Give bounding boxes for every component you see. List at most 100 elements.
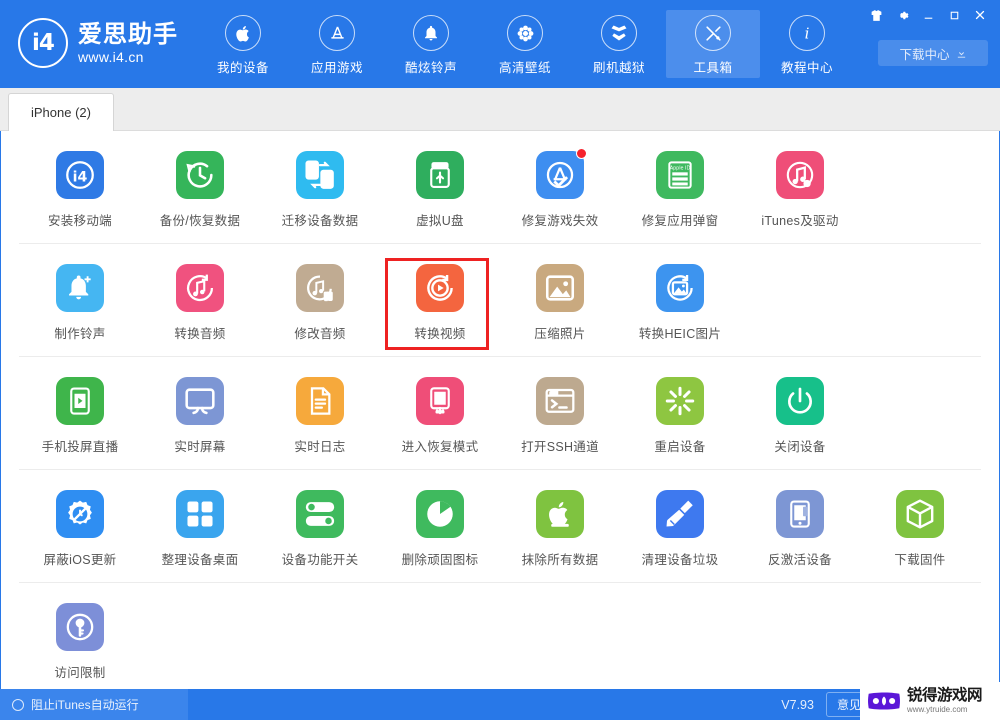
tool-item[interactable]: 设备功能开关 [260, 470, 380, 582]
tool-item[interactable]: 备份/恢复数据 [140, 131, 260, 243]
nav-item-my-device[interactable]: 我的设备 [196, 10, 290, 78]
block-itunes-label: 阻止iTunes自动运行 [31, 698, 139, 712]
tool-item-label: 转换视频 [414, 327, 466, 341]
block-itunes-toggle[interactable]: 阻止iTunes自动运行 [0, 689, 188, 720]
tool-item[interactable]: 清理设备垃圾 [620, 470, 740, 582]
tool-icon-wrap [656, 264, 704, 312]
tool-item[interactable]: 手机投屏直播 [20, 357, 140, 469]
nav-item-jailbreak[interactable]: 刷机越狱 [572, 10, 666, 78]
tool-item-label: 关闭设备 [774, 440, 826, 454]
tool-item-label: 屏蔽iOS更新 [43, 553, 117, 567]
app-header: i4 爱思助手 www.i4.cn 我的设备 应用游戏 酷炫铃声 高清壁纸 刷机… [0, 0, 1000, 88]
tool-item[interactable]: Apple ID 修复应用弹窗 [620, 131, 740, 243]
firmware-box-icon [896, 490, 944, 538]
tool-item[interactable]: 转换视频 [380, 244, 500, 356]
svg-text:Apple ID: Apple ID [670, 166, 691, 172]
usb-drive-icon [416, 151, 464, 199]
tool-item[interactable]: 删除顽固图标 [380, 470, 500, 582]
tool-icon-wrap [896, 490, 944, 538]
nav-item-toolbox[interactable]: 工具箱 [666, 10, 760, 78]
toolbox-row: 手机投屏直播 实时屏幕 实时日志 进入恢复模式 SSH 打开SSH通道 重启设备 关闭设备 [1, 357, 999, 469]
skin-icon[interactable] [864, 5, 888, 25]
tool-item[interactable]: 进入恢复模式 [380, 357, 500, 469]
tool-icon-wrap [416, 490, 464, 538]
nav-label: 应用游戏 [310, 61, 363, 75]
tool-icon-wrap [56, 603, 104, 651]
minimize-icon[interactable] [916, 5, 940, 25]
pie-delete-icon [416, 490, 464, 538]
main-nav: 我的设备 应用游戏 酷炫铃声 高清壁纸 刷机越狱 工具箱 i 教程中心 [196, 10, 854, 78]
tool-item[interactable]: 关闭设备 [740, 357, 860, 469]
tool-icon-wrap [416, 151, 464, 199]
nav-item-tutorials[interactable]: i 教程中心 [760, 10, 854, 78]
toolbox-row: 访问限制 [1, 583, 999, 683]
tools-icon [695, 15, 731, 51]
tool-item[interactable]: 反激活设备 [740, 470, 860, 582]
tool-icon-wrap: i4 [56, 151, 104, 199]
tool-item[interactable]: 实时屏幕 [140, 357, 260, 469]
tool-item[interactable]: 制作铃声 [20, 244, 140, 356]
toggle-circle-icon [12, 698, 24, 711]
watermark-title: 锐得游戏网 [907, 687, 983, 705]
tool-item-label: 重启设备 [654, 440, 706, 454]
tool-item-label: 制作铃声 [54, 327, 106, 341]
tool-item-label: 修改音频 [294, 327, 346, 341]
tool-item[interactable]: 访问限制 [20, 583, 140, 683]
monitor-icon [176, 377, 224, 425]
i4-app-icon: i4 [56, 151, 104, 199]
tool-item[interactable]: 压缩照片 [500, 244, 620, 356]
tool-item[interactable]: SSH 打开SSH通道 [500, 357, 620, 469]
tool-icon-wrap [776, 377, 824, 425]
tool-item[interactable]: 屏蔽iOS更新 [20, 470, 140, 582]
tool-item[interactable]: iTunes及驱动 [740, 131, 860, 243]
nav-label: 酷炫铃声 [404, 61, 457, 75]
box-open-icon [601, 15, 637, 51]
maximize-icon[interactable] [942, 5, 966, 25]
device-tab-bar: iPhone (2) [0, 88, 1000, 131]
tool-item[interactable]: i4 安装移动端 [20, 131, 140, 243]
svg-text:i: i [805, 24, 810, 42]
tool-item-label: iTunes及驱动 [761, 214, 839, 228]
tool-item-label: 虚拟U盘 [416, 214, 464, 228]
itunes-icon [776, 151, 824, 199]
tool-item[interactable]: 修复游戏失效 [500, 131, 620, 243]
tool-item[interactable]: 自修改音频 [260, 244, 380, 356]
tool-icon-wrap [536, 490, 584, 538]
svg-text:自: 自 [325, 292, 332, 301]
tool-item[interactable]: 抹除所有数据 [500, 470, 620, 582]
tool-item-label: 整理设备桌面 [161, 553, 239, 567]
toolbox-grid: i4 安装移动端 备份/恢复数据 迁移设备数据 虚拟U盘 修复游戏失效 Apple ID 修复… [0, 131, 1000, 689]
tool-item-label: 修复应用弹窗 [641, 214, 719, 228]
tool-item[interactable]: 下载固件 [860, 470, 980, 582]
tool-icon-wrap [776, 151, 824, 199]
nav-item-apps-games[interactable]: 应用游戏 [290, 10, 384, 78]
download-icon [957, 48, 965, 58]
nav-item-wallpaper[interactable]: 高清壁纸 [478, 10, 572, 78]
nav-label: 刷机越狱 [592, 61, 645, 75]
tool-item[interactable]: 虚拟U盘 [380, 131, 500, 243]
tool-item[interactable]: 整理设备桌面 [140, 470, 260, 582]
flower-icon [507, 15, 543, 51]
download-center-button[interactable]: 下载中心 [878, 40, 988, 66]
nav-item-ringtones[interactable]: 酷炫铃声 [384, 10, 478, 78]
tab-iphone[interactable]: iPhone (2) [8, 93, 114, 131]
appstore-fix-icon [536, 151, 584, 199]
nav-label: 教程中心 [780, 61, 833, 75]
tool-icon-wrap [176, 264, 224, 312]
tool-item-label: 进入恢复模式 [401, 440, 479, 454]
gear-icon[interactable] [890, 5, 914, 25]
tool-item[interactable]: 迁移设备数据 [260, 131, 380, 243]
close-icon[interactable] [968, 5, 992, 25]
apple-icon [225, 15, 261, 51]
tool-item-label: 清理设备垃圾 [641, 553, 719, 567]
access-key-icon [56, 603, 104, 651]
tool-item[interactable]: 重启设备 [620, 357, 740, 469]
tool-icon-wrap [56, 377, 104, 425]
tool-item-label: 迁移设备数据 [281, 214, 359, 228]
recovery-mode-icon [416, 377, 464, 425]
bowtie-logo-icon [868, 692, 900, 710]
tool-item[interactable]: 转换HEIC图片 [620, 244, 740, 356]
tool-item[interactable]: 实时日志 [260, 357, 380, 469]
restart-icon [656, 377, 704, 425]
tool-item[interactable]: 转换音频 [140, 244, 260, 356]
